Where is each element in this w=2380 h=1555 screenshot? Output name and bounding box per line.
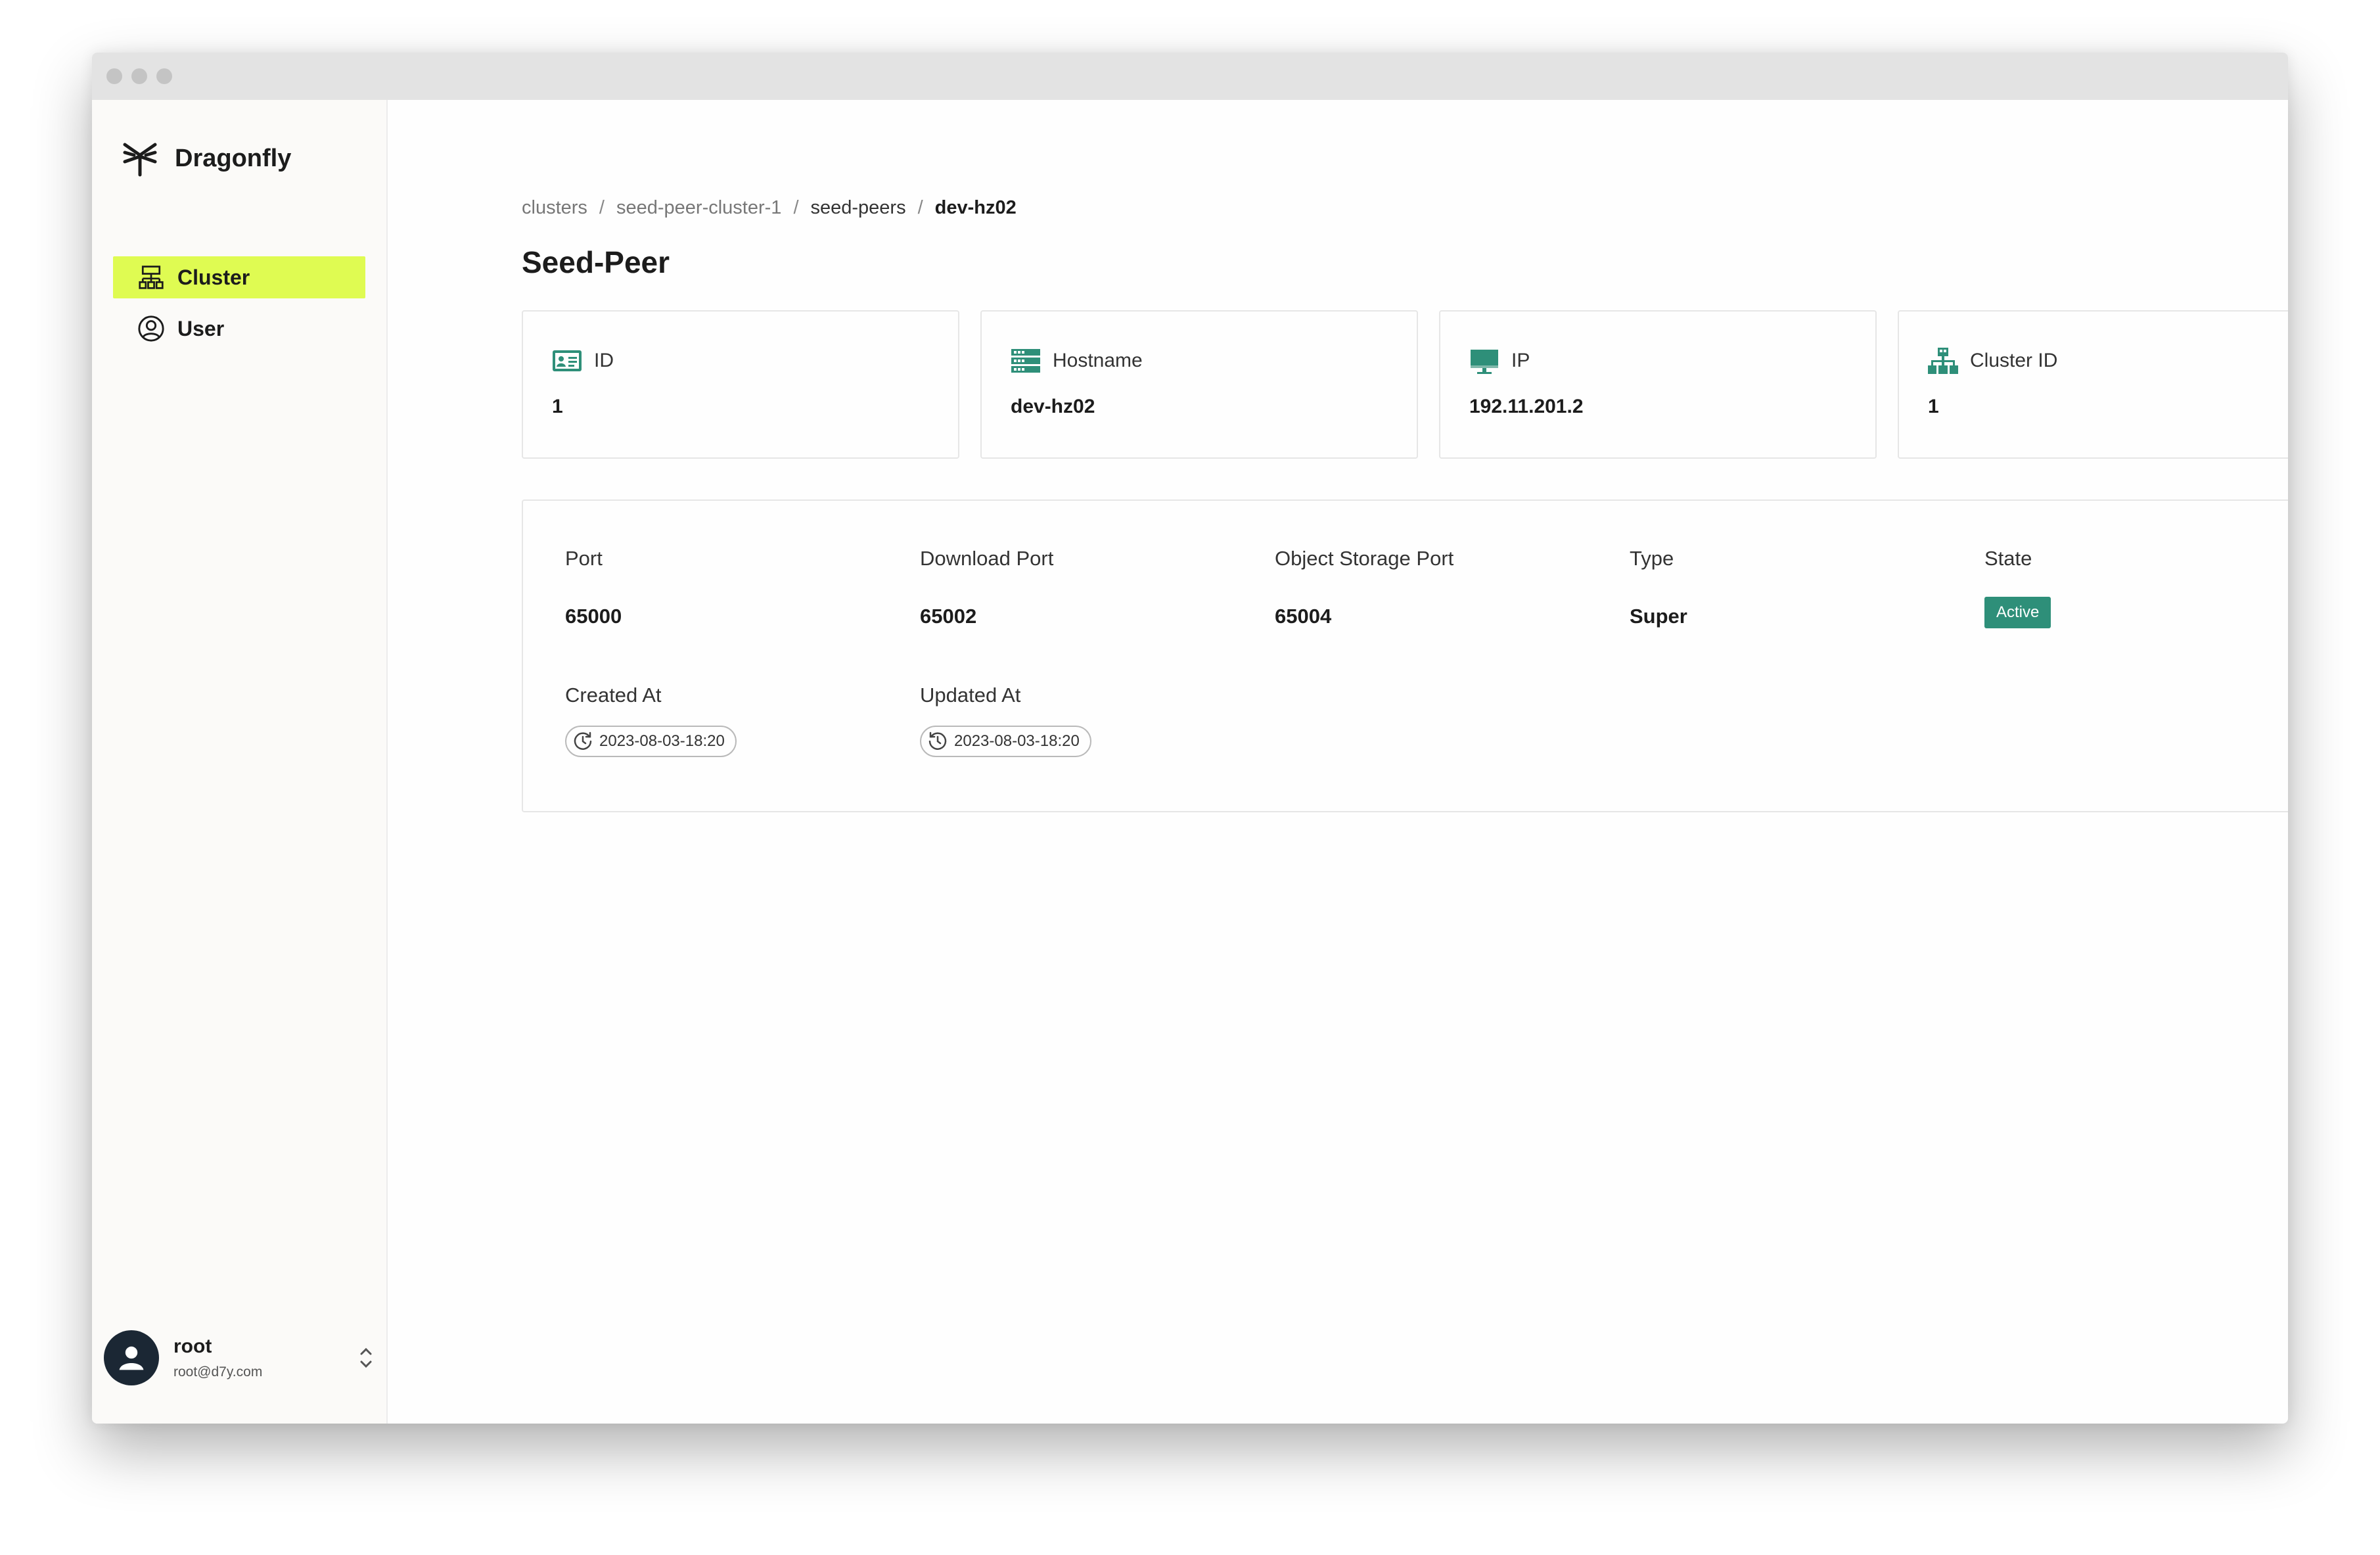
field-port: Port 65000 <box>565 547 622 628</box>
user-circle-icon <box>137 314 166 343</box>
updated-at-chip: 2023-08-03-18:20 <box>920 726 1091 757</box>
field-value: 65004 <box>1275 605 1332 628</box>
sidebar-item-label: Cluster <box>177 265 250 289</box>
sidebar-item-cluster[interactable]: Cluster <box>113 256 365 298</box>
brand-name: Dragonfly <box>175 144 292 172</box>
info-card-ip: IP 192.11.201.2 <box>1439 310 1877 459</box>
field-label: Type <box>1630 547 1674 570</box>
network-icon <box>1928 348 1958 374</box>
person-icon <box>119 1346 144 1370</box>
info-card-cluster-id: Cluster ID 1 <box>1898 310 2288 459</box>
field-label: Updated At <box>920 684 1021 707</box>
breadcrumb: clusters / seed-peer-cluster-1 / seed-pe… <box>522 197 1017 219</box>
browser-window: Dragonfly Cluster User root root@d7y.com… <box>92 53 2288 1424</box>
user-name: root <box>173 1335 212 1357</box>
breadcrumb-item-cluster[interactable]: seed-peer-cluster-1 <box>616 197 781 219</box>
breadcrumb-separator: / <box>599 197 605 218</box>
card-value: 1 <box>552 396 563 417</box>
breadcrumb-item-seed-peers[interactable]: seed-peers <box>811 197 906 219</box>
card-value: 1 <box>1928 396 1939 417</box>
window-control-dot[interactable] <box>106 68 122 84</box>
page-title: Seed-Peer <box>522 245 670 279</box>
server-icon <box>1011 349 1040 373</box>
cluster-icon <box>137 263 166 292</box>
details-panel: Port 65000 Download Port 65002 Object St… <box>522 499 2288 812</box>
card-label: ID <box>594 350 614 371</box>
field-value: Super <box>1630 605 1687 628</box>
main-content: clusters / seed-peer-cluster-1 / seed-pe… <box>388 100 2288 1424</box>
breadcrumb-separator: / <box>917 197 923 218</box>
breadcrumb-item-clusters[interactable]: clusters <box>522 197 587 219</box>
field-label: Port <box>565 547 603 570</box>
dragonfly-logo-icon <box>123 143 157 177</box>
card-value: 192.11.201.2 <box>1469 396 1584 417</box>
field-created-at: Created At 2023-08-03-18:20 <box>565 684 737 757</box>
field-label: State <box>1984 547 2032 570</box>
status-badge: Active <box>1984 597 2051 628</box>
card-label: Cluster ID <box>1970 350 2058 371</box>
sidebar-item-label: User <box>177 316 225 340</box>
field-label: Download Port <box>920 547 1054 570</box>
sidebar: Dragonfly Cluster User root root@d7y.com <box>92 100 388 1424</box>
info-card-id: ID 1 <box>522 310 959 459</box>
card-label: IP <box>1511 350 1530 371</box>
info-card-hostname: Hostname dev-hz02 <box>980 310 1418 459</box>
id-card-icon <box>553 350 582 371</box>
history-icon <box>928 731 947 750</box>
field-type: Type Super <box>1630 547 1687 628</box>
field-state: State Active <box>1984 547 2051 628</box>
card-value: dev-hz02 <box>1011 396 1095 417</box>
created-at-value: 2023-08-03-18:20 <box>599 732 725 750</box>
card-label: Hostname <box>1053 350 1143 371</box>
created-at-chip: 2023-08-03-18:20 <box>565 726 737 757</box>
window-control-dot[interactable] <box>131 68 147 84</box>
sidebar-item-user[interactable]: User <box>113 308 365 350</box>
field-label: Object Storage Port <box>1275 547 1454 570</box>
field-value: 65000 <box>565 605 622 628</box>
field-updated-at: Updated At 2023-08-03-18:20 <box>920 684 1091 757</box>
field-label: Created At <box>565 684 662 707</box>
user-account-menu[interactable]: root root@d7y.com <box>104 1328 376 1388</box>
window-titlebar <box>92 53 2288 100</box>
field-object-storage-port: Object Storage Port 65004 <box>1275 547 1454 628</box>
window-control-dot[interactable] <box>156 68 172 84</box>
user-email: root@d7y.com <box>173 1364 263 1380</box>
avatar <box>104 1330 159 1385</box>
field-value: 65002 <box>920 605 977 628</box>
chevron-up-down-icon[interactable] <box>356 1343 376 1372</box>
updated-at-value: 2023-08-03-18:20 <box>954 732 1080 750</box>
breadcrumb-separator: / <box>793 197 799 218</box>
field-download-port: Download Port 65002 <box>920 547 1054 628</box>
brand[interactable]: Dragonfly <box>121 139 291 177</box>
clock-refresh-icon <box>574 731 592 750</box>
monitor-icon <box>1471 350 1498 374</box>
breadcrumb-item-current: dev-hz02 <box>934 197 1017 218</box>
